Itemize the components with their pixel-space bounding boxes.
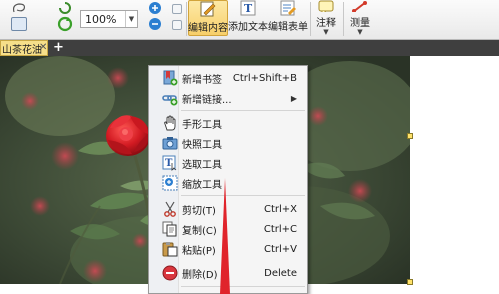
menu-item-label: 选取工具: [182, 159, 222, 171]
edit-form-button[interactable]: 编辑表单: [268, 0, 308, 36]
svg-text:T: T: [244, 2, 253, 15]
chevron-down-icon: ▼: [125, 11, 137, 27]
close-icon[interactable]: ✕: [39, 42, 47, 53]
refresh-icon[interactable]: [55, 15, 75, 33]
menu-separator: [181, 286, 305, 287]
fit-width-icon[interactable]: [171, 19, 183, 31]
menu-item-label: 快照工具: [182, 139, 222, 151]
menu-item-label: 删除(D): [182, 269, 218, 281]
annotation-label: 注释: [316, 18, 336, 29]
chevron-down-icon: ▼: [323, 28, 329, 36]
plus-icon: +: [53, 40, 64, 55]
zoom-out-icon[interactable]: [146, 15, 164, 33]
document-tab-title: 山茶花油: [2, 44, 42, 56]
red-arrow-annotation: [220, 178, 230, 294]
toolbar-divider: [186, 2, 187, 36]
menu-item-label: 复制(C): [182, 225, 217, 237]
resize-handle[interactable]: [407, 133, 413, 139]
image-icon[interactable]: [10, 16, 28, 32]
edit-form-label: 编辑表单: [268, 22, 308, 33]
measure-icon: [352, 1, 367, 12]
menu-item-snapshot[interactable]: 快照工具: [149, 134, 309, 152]
annotation-icon: [318, 0, 334, 12]
menu-item-add-link[interactable]: 新增链接... ▶: [149, 89, 309, 107]
copy-icon: [162, 221, 178, 237]
menu-item-hand-tool[interactable]: 手形工具: [149, 114, 309, 132]
toolbar-divider: [310, 2, 311, 36]
edit-form-icon: [280, 0, 296, 16]
add-text-button[interactable]: T 添加文本: [228, 0, 268, 36]
menu-separator: [181, 110, 305, 111]
menu-item-shortcut: Ctrl+Shift+B: [232, 72, 297, 84]
edit-content-label: 编辑内容: [188, 23, 228, 34]
new-tab-button[interactable]: +: [52, 40, 65, 55]
menu-item-select-tool[interactable]: T 选取工具: [149, 154, 309, 172]
add-text-icon: T: [240, 0, 256, 16]
toolbar-divider: [343, 2, 344, 36]
bookmark-add-icon: [162, 70, 178, 86]
document-tab-strip: 山茶花油 ✕ +: [0, 40, 499, 56]
edit-content-button[interactable]: 编辑内容: [188, 0, 228, 36]
measure-button[interactable]: 测量 ▼: [346, 0, 374, 36]
zoom-tool-icon: [162, 175, 178, 191]
delete-icon: [162, 265, 178, 281]
select-text-icon: T: [162, 155, 178, 171]
rotate-icon[interactable]: [55, 1, 75, 15]
menu-item-label: 新增书签: [182, 74, 222, 86]
menu-item-label: 新增链接...: [182, 94, 232, 106]
lasso-icon[interactable]: [10, 1, 28, 15]
link-add-icon: [162, 90, 178, 106]
hand-tool-icon: [162, 115, 178, 131]
add-text-label: 添加文本: [228, 22, 268, 33]
menu-item-add-bookmark[interactable]: 新增书签 Ctrl+Shift+B: [149, 69, 309, 87]
fit-page-icon[interactable]: [171, 3, 183, 15]
menu-item-label: 剪切(T): [182, 205, 216, 217]
annotation-button[interactable]: 注释 ▼: [312, 0, 340, 36]
scissors-icon: [162, 201, 178, 217]
resize-handle[interactable]: [407, 279, 413, 285]
menu-item-label: 粘贴(P): [182, 245, 216, 257]
ribbon-toolbar: 100% ▼ 编辑内容 T 添加文本 编辑表单 注释 ▼ 测量 ▼: [0, 0, 499, 40]
submenu-arrow-icon: ▶: [290, 93, 297, 103]
menu-item-shortcut: Delete: [264, 267, 297, 279]
menu-item-shortcut: Ctrl+C: [263, 223, 297, 235]
measure-label: 测量: [350, 18, 370, 29]
paste-icon: [162, 241, 178, 257]
chevron-down-icon: ▼: [357, 28, 363, 36]
zoom-in-icon[interactable]: [146, 1, 164, 15]
zoom-value: 100%: [85, 12, 117, 26]
menu-item-label: 缩放工具: [182, 179, 222, 191]
menu-separator: [181, 195, 305, 196]
menu-item-label: 手形工具: [182, 119, 222, 131]
edit-content-icon: [200, 1, 216, 17]
menu-item-shortcut: Ctrl+X: [263, 203, 297, 215]
snapshot-icon: [162, 135, 178, 151]
zoom-select[interactable]: 100% ▼: [80, 10, 138, 28]
menu-item-shortcut: Ctrl+V: [263, 243, 297, 255]
